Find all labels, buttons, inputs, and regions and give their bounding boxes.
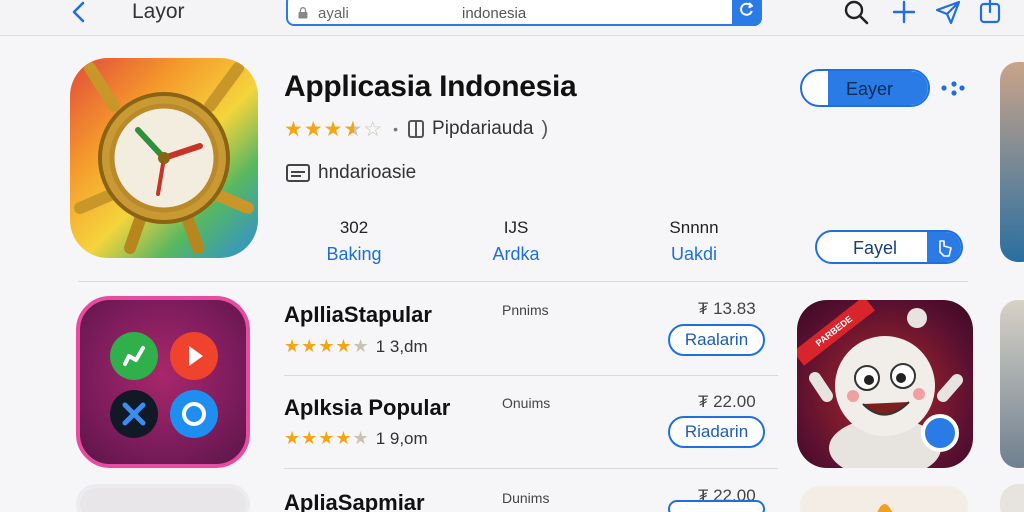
refresh-icon: [170, 390, 218, 438]
search-bar[interactable]: ayali indonesia: [286, 0, 762, 26]
stat-label: Baking: [326, 244, 382, 264]
separator-dot: •: [393, 121, 399, 137]
developer-name: hndarioasie: [318, 162, 417, 183]
stat-value: 302: [339, 218, 369, 237]
stat-value: Snnnn: [669, 218, 719, 237]
list-item-price: ₮ 13.83: [698, 299, 756, 318]
search-input[interactable]: ayali: [318, 5, 349, 22]
list-item-rating: ★★★★★ 1 9,om: [284, 428, 428, 449]
stat-1: 302 Baking: [294, 218, 414, 265]
share-icon[interactable]: [977, 0, 1005, 26]
feature-card-partial[interactable]: [800, 486, 968, 512]
get-button[interactable]: [668, 500, 765, 512]
nav-title: Layor: [132, 0, 185, 23]
publisher-name[interactable]: Pipdariauda: [432, 118, 533, 140]
list-item-title[interactable]: ApIksia Popular: [284, 395, 450, 421]
list-item-price: ₮ 22.00: [698, 392, 756, 411]
stat-label: Ardka: [492, 244, 540, 264]
secondary-action-button[interactable]: Fayel: [815, 230, 963, 264]
list-item-title[interactable]: ApIliaStapular: [284, 302, 432, 328]
search-hint: indonesia: [462, 5, 527, 22]
stat-3: Snnnn Uakdi: [634, 218, 754, 265]
stat-2: IJS Ardka: [456, 218, 576, 265]
rating-row: ★★★★ ★ ☆ • Pipdariauda ): [284, 116, 548, 142]
divider: [284, 468, 778, 469]
get-button[interactable]: Riadarin: [668, 416, 765, 448]
search-icon[interactable]: [842, 0, 870, 26]
star-rating: ★★★★★: [284, 428, 370, 448]
button-label: Eayer: [846, 79, 894, 99]
send-icon[interactable]: [934, 0, 962, 26]
book-icon: [408, 120, 425, 138]
stat-value: IJS: [503, 218, 529, 237]
more-options-icon[interactable]: [940, 80, 966, 96]
list-item-rating: ★★★★★ 1 3,dm: [284, 336, 428, 357]
list-item-meta: Pnnims: [502, 302, 549, 318]
list-item-meta: Dunims: [502, 490, 550, 506]
app-icon-partial[interactable]: [76, 484, 250, 512]
play-icon: [170, 332, 218, 380]
list-item-title[interactable]: ApIiaSapmiar: [284, 490, 425, 512]
star-rating: ★★★★★: [284, 336, 370, 356]
star-rating: ★★★★ ★ ☆: [284, 117, 384, 141]
chat-icon: [110, 332, 158, 380]
developer-icon: [286, 164, 310, 182]
hand-icon: [927, 232, 961, 262]
primary-action-button[interactable]: Eayer: [800, 69, 930, 107]
list-item-meta: Onuims: [502, 395, 551, 411]
adjacent-card[interactable]: [1000, 484, 1024, 512]
get-button[interactable]: Raalarin: [668, 324, 765, 356]
featured-app-card[interactable]: PARBEDE: [797, 300, 973, 468]
divider: [284, 375, 778, 376]
app-icon-social[interactable]: [76, 296, 250, 468]
app-icon-compass[interactable]: [70, 58, 258, 258]
app-title: Applicasia Indonesia: [284, 70, 577, 103]
top-bar: Layor ayali indonesia: [0, 0, 1024, 36]
lock-icon: [298, 6, 308, 19]
back-chevron-icon[interactable]: [66, 0, 92, 26]
stat-label: Uakdi: [670, 244, 718, 264]
divider: [78, 281, 968, 282]
add-icon[interactable]: [890, 0, 918, 26]
record-button-icon[interactable]: [921, 414, 959, 452]
developer-row: hndarioasie: [286, 162, 416, 184]
cross-icon: [110, 390, 158, 438]
rating-count: 1 9,om: [375, 428, 428, 448]
button-label: Fayel: [853, 238, 898, 258]
reload-icon[interactable]: [732, 0, 762, 26]
rating-count: 1 3,dm: [375, 336, 428, 356]
adjacent-card[interactable]: [1000, 62, 1024, 262]
adjacent-card[interactable]: [1000, 300, 1024, 468]
chevron-icon: ): [541, 117, 549, 140]
